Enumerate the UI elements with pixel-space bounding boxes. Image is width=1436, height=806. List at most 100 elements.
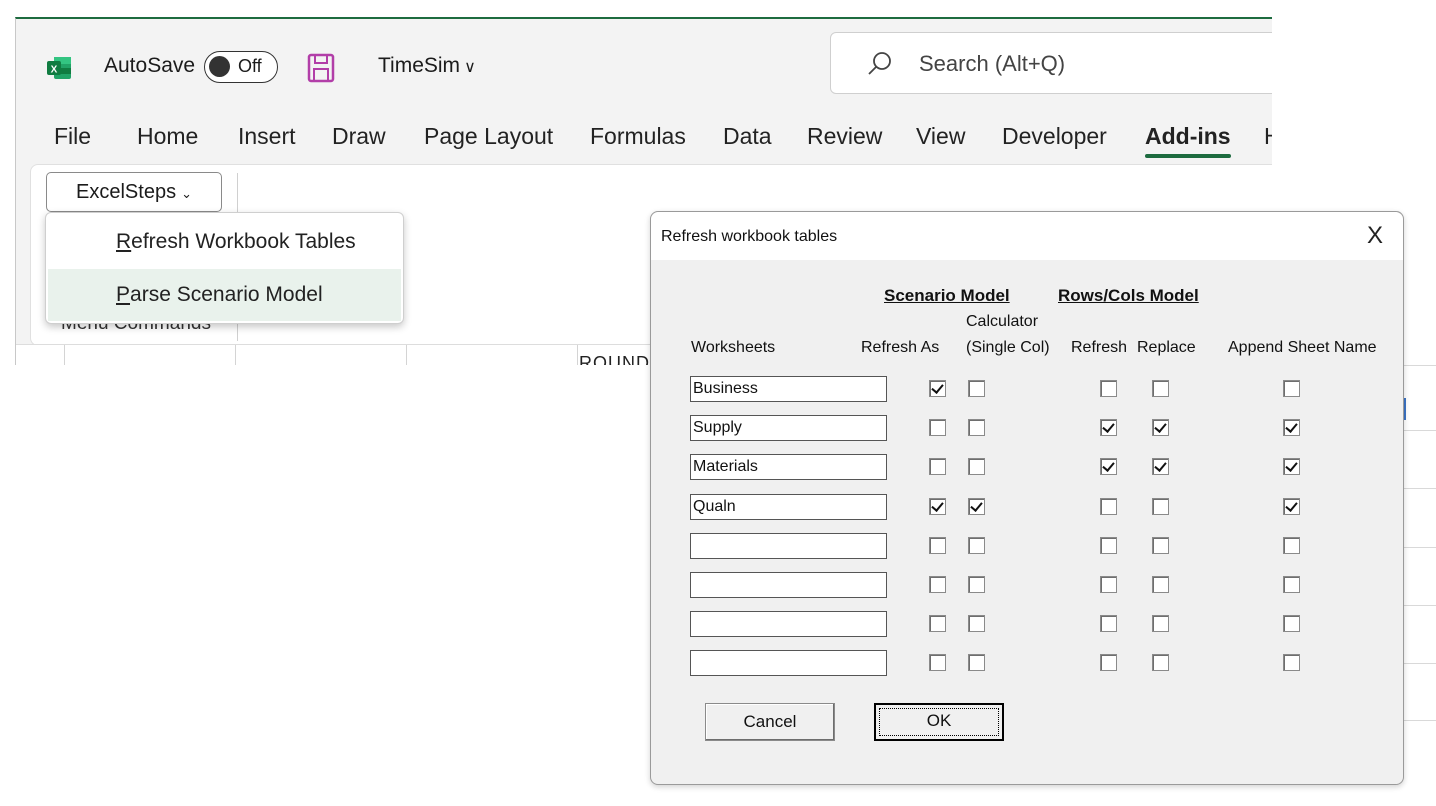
refresh-as-checkbox[interactable] [929, 654, 946, 671]
save-icon[interactable] [306, 52, 336, 84]
worksheet-name-field[interactable]: Supply [690, 415, 887, 441]
grid-line [1402, 720, 1436, 721]
worksheet-name-field[interactable] [690, 611, 887, 637]
access-key: R [116, 230, 132, 253]
append-sheet-name-checkbox[interactable] [1283, 654, 1300, 671]
autosave-toggle[interactable]: Off [204, 51, 278, 83]
column-header-calculator: Calculator [966, 313, 1039, 330]
append-sheet-name-checkbox[interactable] [1283, 380, 1300, 397]
refresh-checkbox[interactable] [1100, 498, 1117, 515]
refresh-checkbox[interactable] [1100, 654, 1117, 671]
column-header-refresh: Refresh [1071, 339, 1128, 356]
menu-item-label: efresh Workbook Tables [131, 230, 356, 253]
chevron-down-icon: ∨ [464, 59, 476, 76]
tab-file[interactable]: File [54, 123, 91, 150]
refresh-checkbox[interactable] [1100, 576, 1117, 593]
cancel-button[interactable]: Cancel [705, 703, 835, 741]
append-sheet-name-checkbox[interactable] [1283, 458, 1300, 475]
grid-line [1402, 547, 1436, 548]
tab-insert[interactable]: Insert [238, 123, 296, 150]
column-header-append-sheet-name: Append Sheet Name [1228, 339, 1377, 356]
append-sheet-name-checkbox[interactable] [1283, 419, 1300, 436]
svg-text:X: X [51, 65, 58, 76]
calculator-checkbox[interactable] [968, 498, 985, 515]
replace-checkbox[interactable] [1152, 419, 1169, 436]
tab-review[interactable]: Review [807, 123, 882, 150]
ok-button[interactable]: OK [874, 703, 1004, 741]
worksheet-name-field[interactable] [690, 650, 887, 676]
tab-view[interactable]: View [916, 123, 965, 150]
replace-checkbox[interactable] [1152, 615, 1169, 632]
cell-formula-fragment: ROUND( [579, 353, 657, 365]
tab-page-layout[interactable]: Page Layout [424, 123, 553, 150]
refresh-as-checkbox[interactable] [929, 458, 946, 475]
dialog-title: Refresh workbook tables [661, 228, 838, 245]
column-divider [406, 345, 407, 365]
search-placeholder: Search (Alt+Q) [919, 51, 1066, 76]
worksheet-name-field[interactable] [690, 533, 887, 559]
replace-checkbox[interactable] [1152, 380, 1169, 397]
tab-draw[interactable]: Draw [332, 123, 386, 150]
toggle-knob [209, 56, 230, 77]
refresh-as-checkbox[interactable] [929, 537, 946, 554]
scenario-model-header: Scenario Model [884, 286, 1010, 305]
tab-data[interactable]: Data [723, 123, 772, 150]
column-divider [235, 345, 236, 365]
tab-home[interactable]: Home [137, 123, 198, 150]
column-header-single-col: (Single Col) [966, 339, 1050, 356]
calculator-checkbox[interactable] [968, 380, 985, 397]
worksheet-name-field[interactable] [690, 572, 887, 598]
refresh-as-checkbox[interactable] [929, 419, 946, 436]
refresh-checkbox[interactable] [1100, 380, 1117, 397]
replace-checkbox[interactable] [1152, 654, 1169, 671]
file-name-dropdown[interactable]: TimeSim ∨ [378, 54, 476, 78]
calculator-checkbox[interactable] [968, 458, 985, 475]
calculator-checkbox[interactable] [968, 615, 985, 632]
worksheet-name-field[interactable]: Qualn [690, 494, 887, 520]
calculator-checkbox[interactable] [968, 576, 985, 593]
grid-line [1402, 488, 1436, 489]
excelsteps-menu-button[interactable]: ExcelSteps ⌄ [46, 172, 222, 212]
append-sheet-name-checkbox[interactable] [1283, 615, 1300, 632]
calculator-checkbox[interactable] [968, 419, 985, 436]
column-header-refresh-as: Refresh As [861, 339, 940, 356]
refresh-as-checkbox[interactable] [929, 615, 946, 632]
grid-line [1402, 663, 1436, 664]
refresh-checkbox[interactable] [1100, 615, 1117, 632]
title-bar: X AutoSave Off TimeSim ∨ Search (Alt+Q) [16, 19, 1272, 109]
append-sheet-name-checkbox[interactable] [1283, 576, 1300, 593]
tab-developer[interactable]: Developer [1002, 123, 1107, 150]
refresh-as-checkbox[interactable] [929, 576, 946, 593]
close-icon[interactable]: X [1357, 221, 1393, 251]
refresh-checkbox[interactable] [1100, 537, 1117, 554]
menu-item-refresh-workbook-tables[interactable]: Refresh Workbook Tables [48, 216, 401, 268]
column-divider [577, 345, 578, 365]
column-divider [64, 345, 65, 365]
column-header-replace: Replace [1137, 339, 1196, 356]
grid-line [1402, 430, 1436, 431]
grid-line [1402, 365, 1436, 366]
column-header-worksheets: Worksheets [691, 339, 776, 356]
replace-checkbox[interactable] [1152, 576, 1169, 593]
chevron-down-icon: ⌄ [181, 186, 192, 201]
replace-checkbox[interactable] [1152, 498, 1169, 515]
search-box[interactable]: Search (Alt+Q) [830, 32, 1272, 94]
append-sheet-name-checkbox[interactable] [1283, 498, 1300, 515]
tab-help[interactable]: H [1264, 123, 1272, 150]
refresh-as-checkbox[interactable] [929, 380, 946, 397]
worksheet-name-field[interactable]: Business [690, 376, 887, 402]
replace-checkbox[interactable] [1152, 458, 1169, 475]
refresh-checkbox[interactable] [1100, 458, 1117, 475]
refresh-checkbox[interactable] [1100, 419, 1117, 436]
refresh-workbook-tables-dialog: Refresh workbook tables X Scenario Model… [650, 211, 1404, 785]
menu-item-parse-scenario-model[interactable]: Parse Scenario Model [48, 269, 401, 321]
tab-add-ins[interactable]: Add-ins [1145, 123, 1231, 158]
append-sheet-name-checkbox[interactable] [1283, 537, 1300, 554]
tab-formulas[interactable]: Formulas [590, 123, 686, 150]
focus-ring [879, 708, 999, 736]
calculator-checkbox[interactable] [968, 537, 985, 554]
worksheet-name-field[interactable]: Materials [690, 454, 887, 480]
replace-checkbox[interactable] [1152, 537, 1169, 554]
calculator-checkbox[interactable] [968, 654, 985, 671]
refresh-as-checkbox[interactable] [929, 498, 946, 515]
